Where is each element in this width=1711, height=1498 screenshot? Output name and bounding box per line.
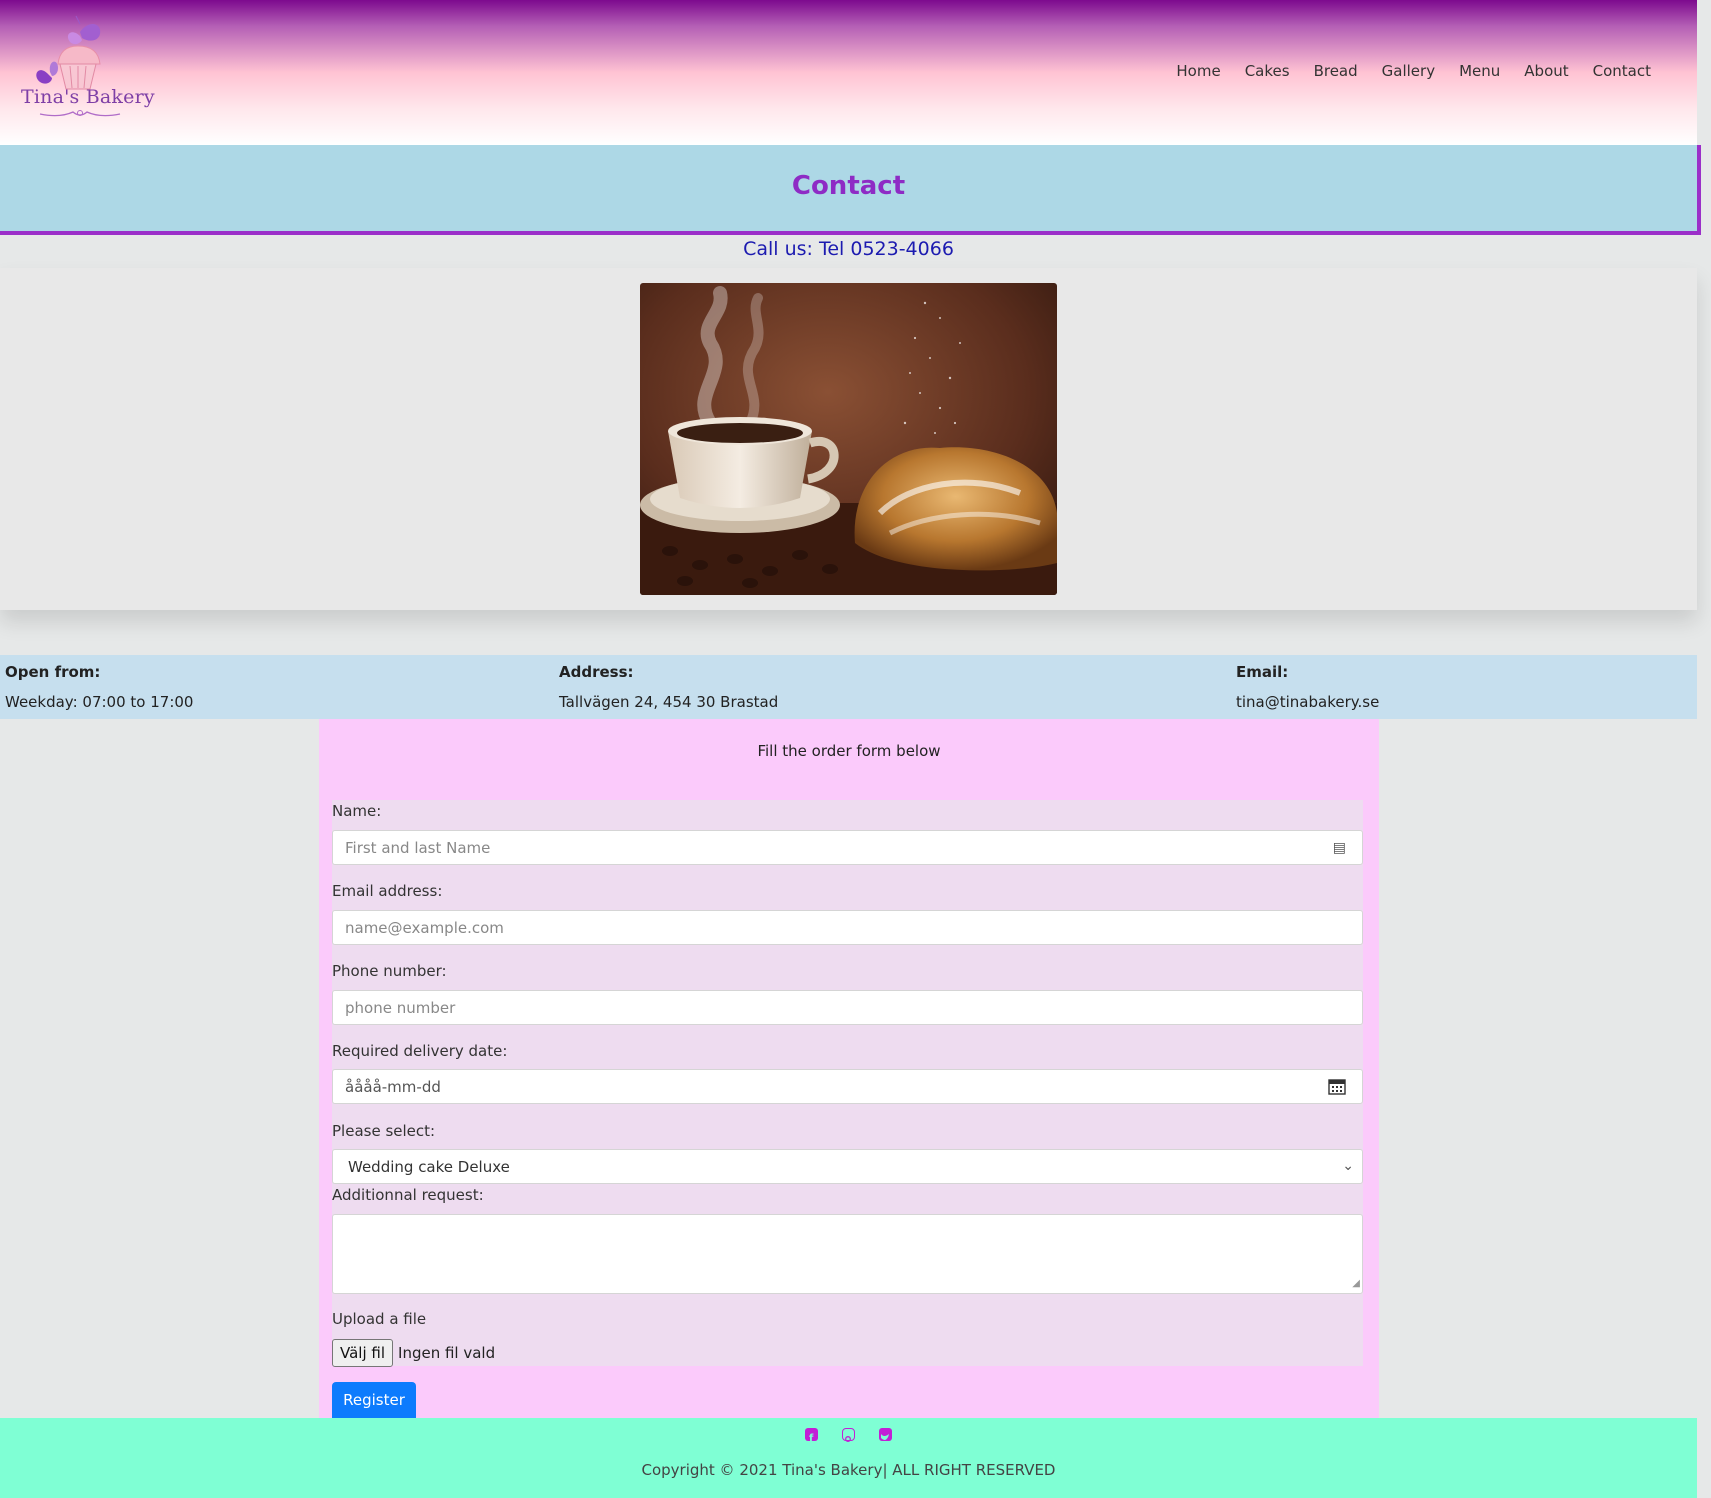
- main-nav: Home Cakes Bread Gallery Menu About Cont…: [1176, 62, 1651, 80]
- logo-text: Tina's Bakery: [21, 86, 155, 108]
- upload-label: Upload a file: [332, 1310, 427, 1328]
- file-upload: Välj fil Ingen fil vald: [332, 1339, 495, 1367]
- order-form-section: Fill the order form below Name: First an…: [319, 719, 1379, 1418]
- nav-cakes[interactable]: Cakes: [1245, 62, 1290, 80]
- twitter-icon[interactable]: [879, 1428, 892, 1441]
- address-value: Tallvägen 24, 454 30 Brastad: [559, 693, 779, 711]
- email-info: Email: tina@tinabakery.se: [1236, 663, 1379, 711]
- nav-bread[interactable]: Bread: [1314, 62, 1358, 80]
- resize-handle-icon[interactable]: ◢: [1352, 1275, 1360, 1293]
- copyright-text: Copyright © 2021 Tina's Bakery| ALL RIGH…: [641, 1461, 1056, 1479]
- request-label: Additionnal request:: [332, 1186, 484, 1204]
- nav-menu[interactable]: Menu: [1459, 62, 1500, 80]
- info-bar: Open from: Weekday: 07:00 to 17:00 Addre…: [0, 655, 1697, 719]
- request-textarea[interactable]: ◢: [332, 1214, 1363, 1294]
- email-label: Email:: [1236, 663, 1289, 681]
- svg-text:f: f: [809, 1433, 814, 1443]
- select-label: Please select:: [332, 1122, 436, 1140]
- image-panel: [0, 268, 1697, 610]
- nav-gallery[interactable]: Gallery: [1382, 62, 1435, 80]
- date-placeholder: åååå-mm-dd: [345, 1078, 441, 1096]
- phone-placeholder: phone number: [345, 999, 456, 1017]
- coffee-croissant-photo: [640, 283, 1057, 595]
- delivery-date-label: Required delivery date:: [332, 1042, 508, 1060]
- opening-hours: Open from: Weekday: 07:00 to 17:00: [5, 663, 193, 711]
- nav-contact[interactable]: Contact: [1593, 62, 1651, 80]
- site-footer: f Copyright © 2021 Tina's Bakery| ALL RI…: [0, 1418, 1697, 1498]
- calendar-icon[interactable]: [1328, 1078, 1346, 1100]
- call-us-text: Call us: Tel 0523-4066: [743, 238, 954, 260]
- name-placeholder: First and last Name: [345, 839, 491, 857]
- address-label: Address:: [559, 663, 634, 681]
- register-button[interactable]: Register: [332, 1382, 416, 1418]
- phone-input[interactable]: phone number: [332, 990, 1363, 1025]
- phone-label: Phone number:: [332, 962, 447, 980]
- opening-hours-label: Open from:: [5, 663, 101, 681]
- file-status: Ingen fil vald: [398, 1344, 496, 1362]
- facebook-icon[interactable]: f: [805, 1428, 818, 1444]
- order-form: Name: First and last Name ▤ Email addres…: [332, 800, 1363, 1367]
- cupcake-logo-icon: [36, 15, 121, 117]
- email-field[interactable]: name@example.com: [332, 910, 1363, 945]
- cake-select[interactable]: Wedding cake Deluxe ⌄: [332, 1149, 1363, 1184]
- instagram-icon[interactable]: [842, 1428, 855, 1442]
- form-intro: Fill the order form below: [757, 742, 941, 760]
- delivery-date-input[interactable]: åååå-mm-dd: [332, 1069, 1363, 1104]
- page-title: Contact: [791, 171, 906, 201]
- social-links: f: [0, 1428, 1697, 1444]
- nav-home[interactable]: Home: [1176, 62, 1220, 80]
- email-field-label: Email address:: [332, 882, 443, 900]
- site-header: Tina's Bakery Home Cakes Bread Gallery M…: [0, 0, 1697, 145]
- nav-about[interactable]: About: [1524, 62, 1568, 80]
- name-input[interactable]: First and last Name ▤: [332, 830, 1363, 865]
- cake-select-value: Wedding cake Deluxe: [348, 1158, 510, 1176]
- name-label: Name:: [332, 802, 382, 820]
- opening-hours-value: Weekday: 07:00 to 17:00: [5, 693, 194, 711]
- email-placeholder: name@example.com: [345, 919, 504, 937]
- email-value[interactable]: tina@tinabakery.se: [1236, 693, 1379, 711]
- contact-card-icon: ▤: [1332, 840, 1346, 856]
- logo[interactable]: [18, 14, 143, 129]
- choose-file-button[interactable]: Välj fil: [332, 1339, 394, 1367]
- title-band: Contact: [0, 145, 1701, 235]
- chevron-down-icon: ⌄: [1342, 1158, 1354, 1174]
- address: Address: Tallvägen 24, 454 30 Brastad: [559, 663, 778, 711]
